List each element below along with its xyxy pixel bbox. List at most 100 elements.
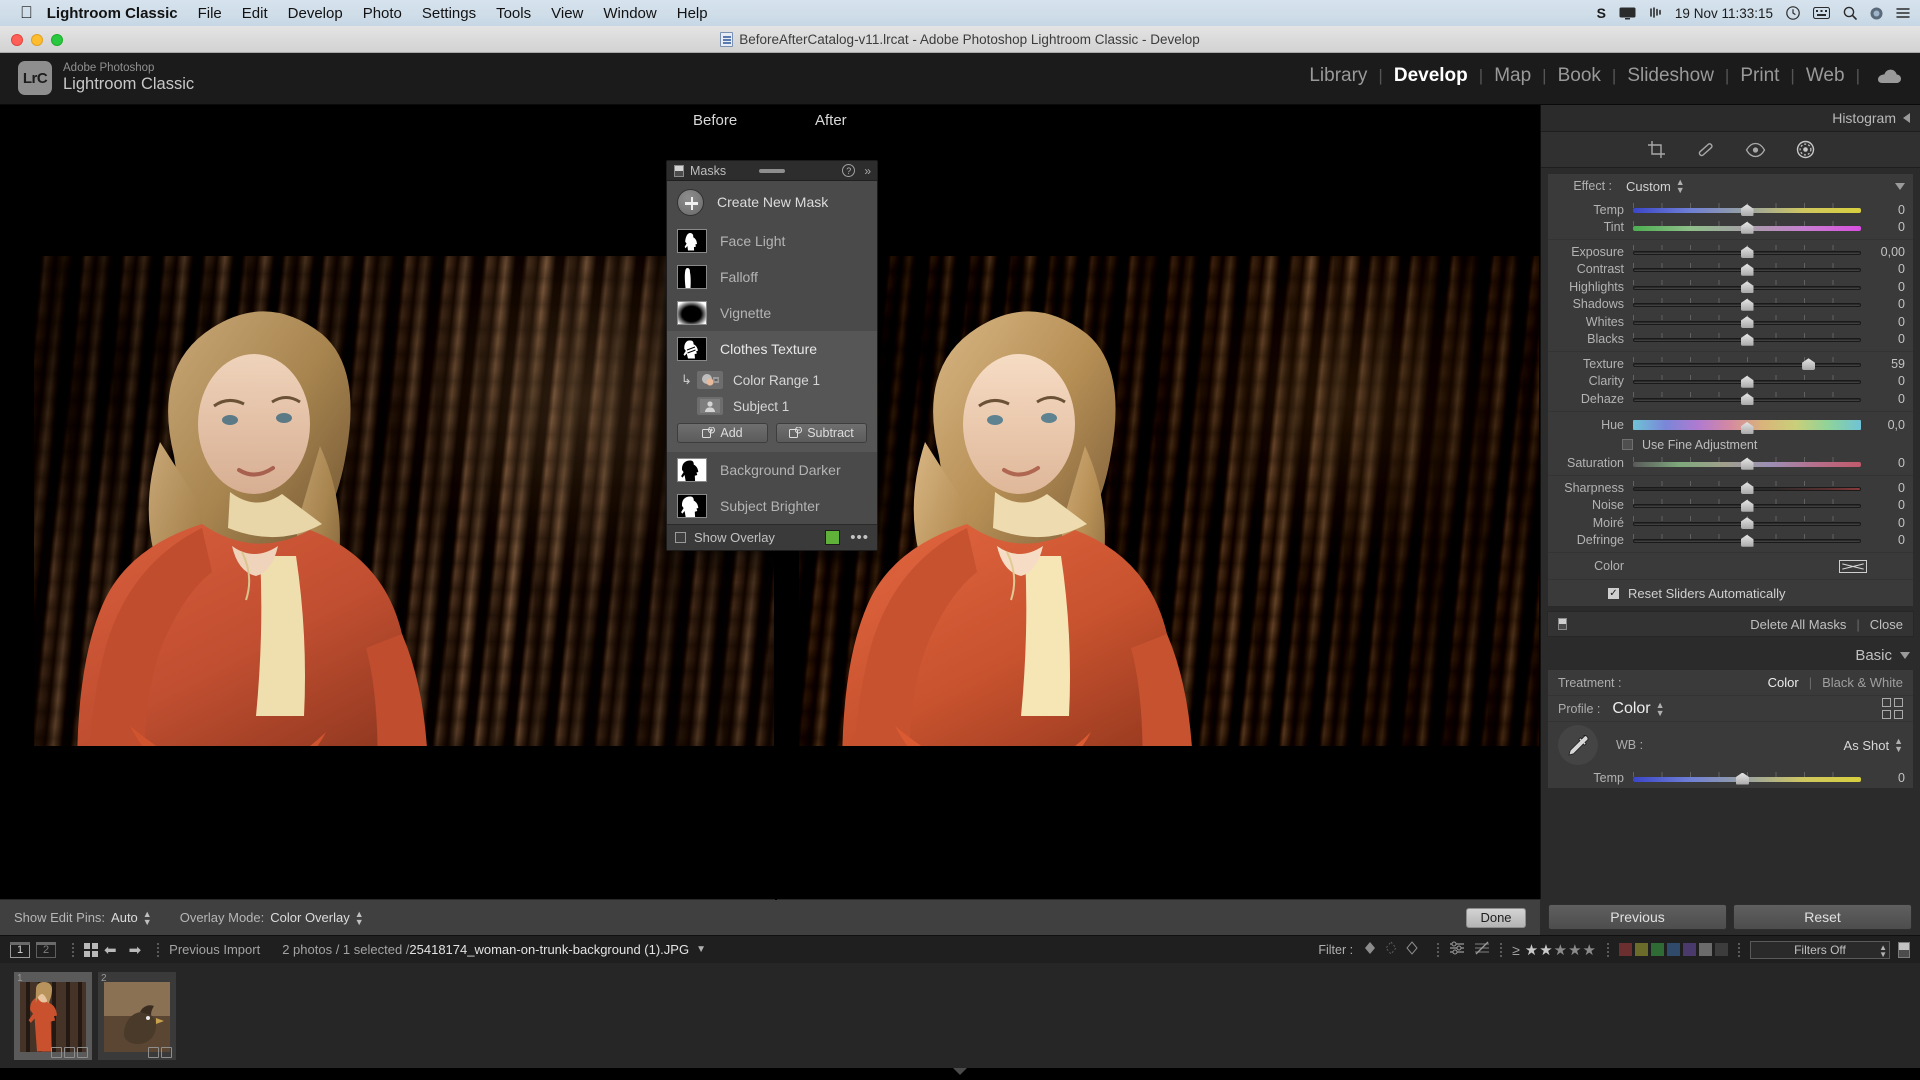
chevron-double-right-icon[interactable]: » — [864, 164, 871, 178]
identity-plate[interactable]: LrC Adobe Photoshop Lightroom Classic — [18, 61, 194, 95]
help-icon[interactable]: ? — [842, 164, 856, 177]
slider-track[interactable] — [1633, 262, 1861, 276]
add-button[interactable]: Add — [677, 423, 768, 443]
menu-edit[interactable]: Edit — [242, 5, 268, 22]
flag-pick-icon[interactable] — [1363, 941, 1377, 958]
histogram-header[interactable]: Histogram — [1541, 105, 1920, 131]
menu-help[interactable]: Help — [677, 5, 708, 22]
panel-drag-handle[interactable] — [759, 168, 785, 173]
color-label-chip[interactable] — [1715, 943, 1728, 956]
slider-track[interactable] — [1633, 245, 1861, 259]
color-label-chip[interactable] — [1699, 943, 1712, 956]
stepper-icon[interactable]: ▲ ▼ — [355, 909, 364, 926]
cloud-icon[interactable] — [1876, 68, 1902, 85]
profile-browser-icon[interactable] — [1882, 698, 1903, 719]
treatment-color-option[interactable]: Color — [1768, 675, 1799, 690]
slider-track[interactable] — [1633, 357, 1861, 371]
crop-icon[interactable] — [1647, 140, 1666, 159]
slider-saturation[interactable]: Saturation 0 — [1548, 455, 1913, 473]
color-label-chip[interactable] — [1619, 943, 1632, 956]
slider-track[interactable] — [1633, 280, 1861, 294]
previous-button[interactable]: Previous — [1548, 904, 1727, 930]
eyedropper-icon[interactable] — [1558, 725, 1598, 765]
slider-temp[interactable]: Temp 0 — [1548, 201, 1913, 219]
module-print[interactable]: Print — [1729, 65, 1790, 87]
wb-value[interactable]: As Shot ▲ ▼ — [1844, 737, 1903, 754]
apple-icon[interactable]:  — [20, 4, 33, 21]
slider-whites[interactable]: Whites 0 — [1548, 313, 1913, 331]
slider-track[interactable] — [1633, 315, 1861, 329]
stepper-icon[interactable]: ▲ ▼ — [1676, 178, 1685, 195]
overlay-color-swatch[interactable] — [825, 530, 841, 545]
treatment-bw-option[interactable]: Black & White — [1822, 675, 1903, 690]
fine-adjustment-checkbox[interactable] — [1622, 439, 1633, 450]
arrow-right-icon[interactable]: ➡ — [129, 941, 142, 959]
maximize-window-button[interactable] — [51, 34, 63, 46]
menu-photo[interactable]: Photo — [363, 5, 402, 22]
slider-moire[interactable]: Moiré 0 — [1548, 514, 1913, 532]
mask-subitem-color-range[interactable]: ↳ Color Range 1 — [667, 367, 877, 393]
arrow-left-icon[interactable]: ⬅ — [104, 941, 117, 959]
mask-item-background-darker[interactable]: Background Darker — [667, 452, 877, 488]
module-map[interactable]: Map — [1483, 65, 1542, 87]
mask-item-face-light[interactable]: Face Light — [667, 223, 877, 259]
color-picker-row[interactable]: Color — [1548, 553, 1913, 579]
grid-icon[interactable] — [84, 942, 98, 957]
use-fine-adjustment-row[interactable]: Use Fine Adjustment — [1548, 435, 1913, 455]
menubar-list-icon[interactable] — [1896, 7, 1910, 19]
overlay-mode-group[interactable]: Overlay Mode: Color Overlay ▲ ▼ — [180, 909, 364, 926]
slider-texture[interactable]: Texture 59 — [1548, 355, 1913, 373]
page-1-button[interactable]: 1 — [10, 941, 30, 958]
overlay-mode-value[interactable]: Color Overlay — [270, 910, 349, 925]
sliders-off-icon[interactable] — [1474, 941, 1490, 958]
menu-window[interactable]: Window — [603, 5, 656, 22]
effect-value[interactable]: Custom — [1626, 179, 1671, 194]
filmstrip-item-2[interactable]: 2 — [98, 971, 176, 1060]
module-develop[interactable]: Develop — [1383, 65, 1479, 87]
slider-blacks[interactable]: Blacks 0 — [1548, 331, 1913, 349]
mask-subitem-subject[interactable]: Subject 1 — [667, 393, 877, 419]
filmstrip-badges[interactable] — [51, 1046, 88, 1058]
slider-track[interactable] — [1633, 456, 1861, 470]
slider-track[interactable] — [1633, 533, 1861, 547]
redeye-icon[interactable] — [1745, 142, 1766, 158]
slider-highlights[interactable]: Highlights 0 — [1548, 278, 1913, 296]
siri-icon[interactable] — [1870, 7, 1883, 20]
module-library[interactable]: Library — [1298, 65, 1378, 87]
slider-track[interactable] — [1633, 332, 1861, 346]
done-button[interactable]: Done — [1466, 907, 1526, 928]
slider-exposure[interactable]: Exposure 0,00 — [1548, 243, 1913, 261]
color-swatch[interactable] — [1839, 559, 1867, 573]
slider-sharpness[interactable]: Sharpness 0 — [1548, 479, 1913, 497]
slider-track[interactable] — [1633, 392, 1861, 406]
effect-collapse-icon[interactable] — [1895, 182, 1905, 190]
filmstrip-badges[interactable] — [148, 1046, 172, 1058]
color-label-chip[interactable] — [1651, 943, 1664, 956]
selected-filename[interactable]: 25418174_woman-on-trunk-background (1).J… — [409, 942, 689, 957]
masking-icon[interactable] — [1796, 140, 1815, 159]
mask-item-vignette[interactable]: Vignette — [667, 295, 877, 331]
bottom-panel-toggle[interactable] — [953, 1068, 967, 1075]
slider-clarity[interactable]: Clarity 0 — [1548, 373, 1913, 391]
after-pane[interactable] — [777, 138, 1540, 900]
slider-shadows[interactable]: Shadows 0 — [1548, 296, 1913, 314]
control-center-icon[interactable] — [1786, 6, 1800, 20]
slider-track[interactable] — [1633, 498, 1861, 512]
reset-button[interactable]: Reset — [1733, 904, 1912, 930]
rating-operator[interactable]: ≥ — [1512, 942, 1520, 958]
color-label-chip[interactable] — [1683, 943, 1696, 956]
color-label-chip[interactable] — [1635, 943, 1648, 956]
slider-track[interactable] — [1633, 297, 1861, 311]
color-label-chip[interactable] — [1667, 943, 1680, 956]
menubar-app-name[interactable]: Lightroom Classic — [47, 5, 178, 22]
show-overlay-checkbox[interactable] — [675, 532, 686, 543]
slider-track[interactable] — [1633, 374, 1861, 388]
keyboard-icon[interactable] — [1813, 7, 1830, 19]
close-masks-button[interactable]: Close — [1870, 617, 1903, 632]
stepper-icon[interactable]: ▲ ▼ — [1894, 737, 1903, 754]
create-new-mask-button[interactable]: Create New Mask — [667, 181, 877, 223]
stepper-icon[interactable]: ▲ ▼ — [1879, 943, 1887, 958]
basic-collapse-icon[interactable] — [1900, 651, 1910, 659]
slider-hue[interactable]: Hue 0,0 — [1548, 415, 1913, 435]
show-edit-pins-group[interactable]: Show Edit Pins: Auto ▲ ▼ — [14, 909, 152, 926]
